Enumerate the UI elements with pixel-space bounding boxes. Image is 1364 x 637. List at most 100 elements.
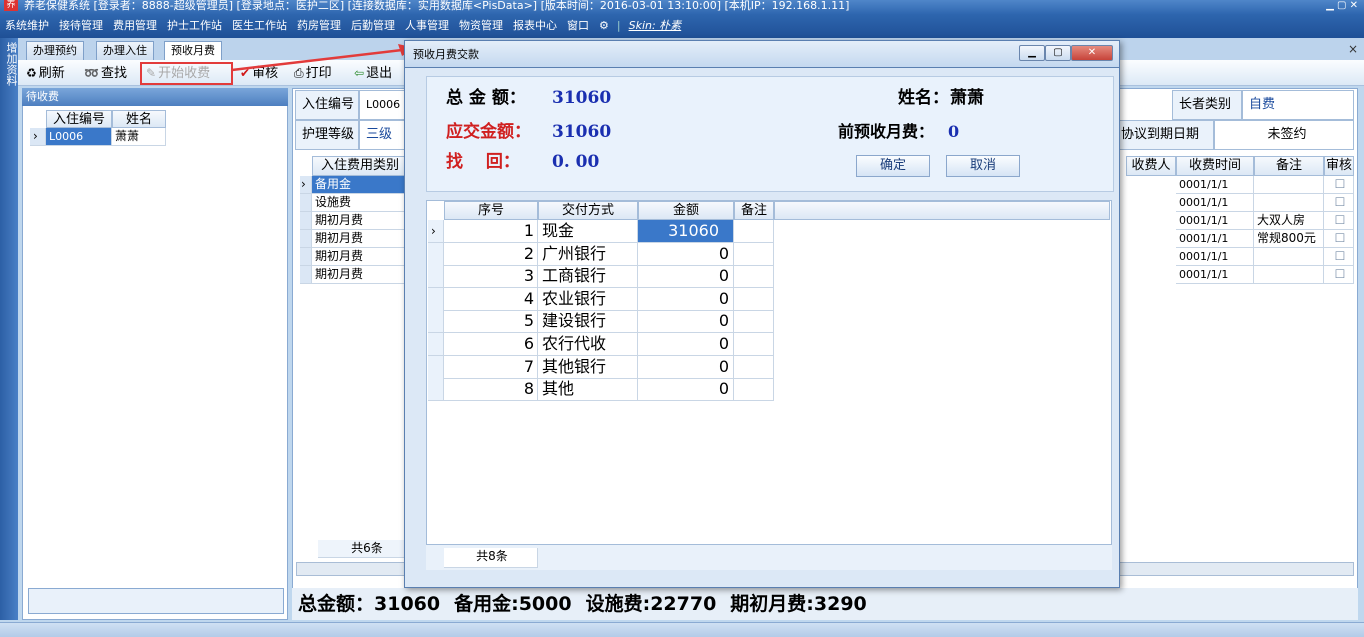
fee-time-cell[interactable]: 0001/1/1 bbox=[1176, 230, 1254, 248]
payment-method-cell[interactable]: 广州银行 bbox=[538, 242, 638, 266]
menu-item[interactable]: 接待管理 bbox=[54, 14, 108, 38]
fee-type-cell[interactable]: 期初月费 bbox=[312, 212, 408, 230]
payment-remark-cell[interactable] bbox=[734, 310, 774, 334]
payment-row-indicator[interactable]: › bbox=[428, 220, 444, 243]
menu-item[interactable]: 药房管理 bbox=[292, 14, 346, 38]
payment-remark-cell[interactable] bbox=[734, 220, 774, 243]
menu-item[interactable]: 窗口 bbox=[562, 14, 594, 38]
fee-note-cell[interactable] bbox=[1254, 248, 1324, 266]
fee-row-indicator[interactable] bbox=[300, 212, 312, 230]
audit-checkbox[interactable]: ☐ bbox=[1324, 266, 1354, 284]
payment-method-cell[interactable]: 农行代收 bbox=[538, 333, 638, 356]
audit-checkbox[interactable]: ☐ bbox=[1324, 194, 1354, 212]
payment-remark-cell[interactable] bbox=[734, 265, 774, 289]
col-header-fee-type[interactable]: 入住费用类别 bbox=[312, 156, 408, 176]
payment-amount-cell[interactable]: 0 bbox=[638, 333, 734, 356]
menu-item[interactable]: 系统维护 bbox=[0, 14, 54, 38]
fee-note-cell[interactable]: 常规800元 bbox=[1254, 230, 1324, 248]
fee-note-cell[interactable] bbox=[1254, 266, 1324, 284]
ok-button[interactable]: 确定 bbox=[856, 155, 930, 177]
fee-row-indicator[interactable] bbox=[300, 194, 312, 212]
cell-name[interactable]: 萧萧 bbox=[112, 128, 166, 146]
col-header-seq[interactable]: 序号 bbox=[444, 201, 538, 220]
payment-seq-cell[interactable]: 2 bbox=[444, 242, 538, 266]
close-tab-icon[interactable]: × bbox=[1348, 42, 1358, 56]
payment-seq-cell[interactable]: 3 bbox=[444, 265, 538, 289]
fee-time-cell[interactable]: 0001/1/1 bbox=[1176, 266, 1254, 284]
checkin-id-field[interactable]: L0006 bbox=[359, 90, 405, 120]
menu-item[interactable]: 后勤管理 bbox=[346, 14, 400, 38]
payment-method-cell[interactable]: 现金 bbox=[538, 220, 638, 243]
col-header-method[interactable]: 交付方式 bbox=[538, 201, 638, 220]
menu-item[interactable]: 报表中心 bbox=[508, 14, 562, 38]
fee-type-cell[interactable]: 期初月费 bbox=[312, 230, 408, 248]
agreement-date-field[interactable]: 未签约 bbox=[1214, 120, 1354, 150]
payment-remark-cell[interactable] bbox=[734, 242, 774, 266]
refresh-button[interactable]: ♻ 刷新 bbox=[26, 64, 65, 83]
payment-method-cell[interactable]: 其他银行 bbox=[538, 355, 638, 379]
payment-seq-cell[interactable]: 5 bbox=[444, 310, 538, 334]
col-header-audit[interactable]: 审核 bbox=[1324, 156, 1354, 176]
payment-amount-cell[interactable]: 31060 bbox=[638, 220, 734, 243]
payment-row-indicator[interactable] bbox=[428, 310, 444, 334]
fee-type-cell[interactable]: 期初月费 bbox=[312, 248, 408, 266]
col-header-remark[interactable]: 备注 bbox=[734, 201, 774, 220]
fee-type-cell[interactable]: 期初月费 bbox=[312, 266, 408, 284]
payment-row-indicator[interactable] bbox=[428, 355, 444, 379]
skin-link[interactable]: Skin: 朴素 bbox=[624, 14, 687, 38]
fee-row-indicator[interactable] bbox=[300, 266, 312, 284]
col-header-time[interactable]: 收费时间 bbox=[1176, 156, 1254, 176]
fee-row-indicator[interactable]: › bbox=[300, 176, 312, 194]
menu-item[interactable]: 费用管理 bbox=[108, 14, 162, 38]
fee-row-indicator[interactable] bbox=[300, 248, 312, 266]
find-button[interactable]: ➿ 查找 bbox=[84, 64, 127, 83]
payment-amount-cell[interactable]: 0 bbox=[638, 242, 734, 266]
payment-remark-cell[interactable] bbox=[734, 355, 774, 379]
col-header-name[interactable]: 姓名 bbox=[112, 110, 166, 128]
fee-note-cell[interactable] bbox=[1254, 176, 1324, 194]
payment-seq-cell[interactable]: 6 bbox=[444, 333, 538, 356]
payment-amount-cell[interactable]: 0 bbox=[638, 265, 734, 289]
menu-item[interactable]: 护士工作站 bbox=[162, 14, 227, 38]
payment-row-indicator[interactable] bbox=[428, 378, 444, 402]
fee-note-cell[interactable] bbox=[1254, 194, 1324, 212]
payment-seq-cell[interactable]: 8 bbox=[444, 378, 538, 402]
payment-row-indicator[interactable] bbox=[428, 333, 444, 356]
payment-row-indicator[interactable] bbox=[428, 265, 444, 289]
tab-reservation[interactable]: 办理预约 bbox=[26, 41, 84, 60]
fee-time-cell[interactable]: 0001/1/1 bbox=[1176, 212, 1254, 230]
maximize-button[interactable]: ▢ bbox=[1045, 45, 1071, 61]
tab-prepaid-monthly[interactable]: 预收月费 bbox=[164, 41, 222, 61]
payment-amount-cell[interactable]: 0 bbox=[638, 378, 734, 402]
audit-checkbox[interactable]: ☐ bbox=[1324, 248, 1354, 266]
payment-amount-cell[interactable]: 0 bbox=[638, 310, 734, 334]
window-controls[interactable]: ▁ ▢ ✕ bbox=[1326, 0, 1358, 11]
payment-remark-cell[interactable] bbox=[734, 287, 774, 311]
minimize-button[interactable]: ▁ bbox=[1019, 45, 1045, 61]
audit-checkbox[interactable]: ☐ bbox=[1324, 212, 1354, 230]
fee-type-cell[interactable]: 备用金 bbox=[312, 176, 408, 194]
payment-method-cell[interactable]: 其他 bbox=[538, 378, 638, 402]
side-strip-label[interactable]: 增加资料 bbox=[3, 42, 19, 86]
menu-item[interactable]: 人事管理 bbox=[400, 14, 454, 38]
payment-remark-cell[interactable] bbox=[734, 378, 774, 402]
audit-checkbox[interactable]: ☐ bbox=[1324, 176, 1354, 194]
col-header-id[interactable]: 入住编号 bbox=[46, 110, 112, 128]
menu-item[interactable]: 物资管理 bbox=[454, 14, 508, 38]
audit-checkbox[interactable]: ☐ bbox=[1324, 230, 1354, 248]
payment-row-indicator[interactable] bbox=[428, 287, 444, 311]
payment-seq-cell[interactable]: 7 bbox=[444, 355, 538, 379]
col-header-collector[interactable]: 收费人 bbox=[1126, 156, 1176, 176]
gear-icon[interactable]: ⚙ bbox=[594, 14, 614, 38]
fee-time-cell[interactable]: 0001/1/1 bbox=[1176, 176, 1254, 194]
payment-amount-cell[interactable]: 0 bbox=[638, 355, 734, 379]
payment-seq-cell[interactable]: 4 bbox=[444, 287, 538, 311]
col-header-amount[interactable]: 金额 bbox=[638, 201, 734, 220]
fee-time-cell[interactable]: 0001/1/1 bbox=[1176, 194, 1254, 212]
elder-type-field[interactable]: 自费 bbox=[1242, 90, 1354, 120]
payment-row-indicator[interactable] bbox=[428, 242, 444, 266]
care-level-field[interactable]: 三级 bbox=[359, 120, 405, 150]
dialog-close-button[interactable]: ✕ bbox=[1071, 45, 1113, 61]
cell-id[interactable]: L0006 bbox=[46, 128, 112, 146]
fee-note-cell[interactable]: 大双人房 bbox=[1254, 212, 1324, 230]
